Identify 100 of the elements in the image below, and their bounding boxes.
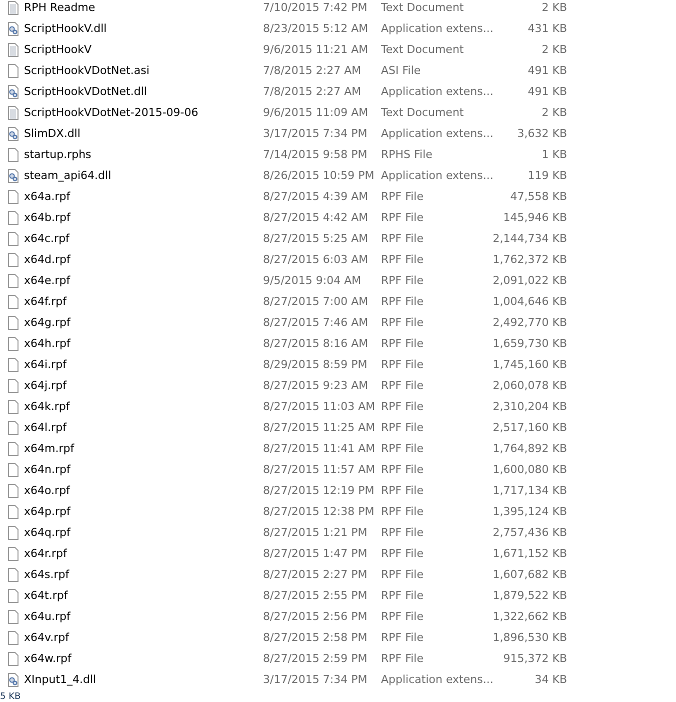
date-modified: 9/5/2015 9:04 AM (263, 274, 362, 287)
file-size: 491 KB (526, 85, 567, 98)
file-name[interactable]: XInput1_4.dll (24, 673, 263, 686)
file-name[interactable]: x64w.rpf (24, 652, 263, 665)
file-name[interactable]: x64g.rpf (24, 316, 263, 329)
blank-file-icon (5, 272, 21, 288)
file-name[interactable]: x64b.rpf (24, 211, 263, 224)
file-name[interactable]: x64t.rpf (24, 589, 263, 602)
date-modified: 7/10/2015 7:42 PM (263, 1, 368, 14)
file-name[interactable]: x64r.rpf (24, 547, 263, 560)
file-type: ASI File (381, 64, 422, 77)
file-name[interactable]: x64u.rpf (24, 610, 263, 623)
file-size: 1,717,134 KB (492, 484, 567, 497)
blank-file-icon (5, 146, 21, 162)
file-type: RPF File (381, 400, 425, 413)
date-modified: 8/23/2015 5:12 AM (263, 22, 370, 35)
date-modified: 8/27/2015 9:23 AM (263, 379, 370, 392)
date-modified: 3/17/2015 7:34 PM (263, 127, 368, 140)
file-size: 1,745,160 KB (492, 358, 567, 371)
file-name[interactable]: x64k.rpf (24, 400, 263, 413)
blank-file-icon (5, 378, 21, 394)
file-size: 491 KB (526, 64, 567, 77)
blank-file-icon (5, 440, 21, 456)
file-name[interactable]: ScriptHookV (24, 43, 263, 56)
file-type: RPF File (381, 358, 425, 371)
file-name[interactable]: x64c.rpf (24, 232, 263, 245)
file-type: Text Document (381, 43, 465, 56)
file-name[interactable]: x64v.rpf (24, 631, 263, 644)
file-name[interactable]: ScriptHookVDotNet.dll (24, 85, 263, 98)
file-size: 34 KB (534, 673, 567, 686)
date-modified: 8/27/2015 2:58 PM (263, 631, 368, 644)
file-type: Application extens... (381, 169, 491, 182)
file-type: RPF File (381, 568, 425, 581)
file-name[interactable]: RPH Readme (24, 1, 263, 14)
file-name[interactable]: x64h.rpf (24, 337, 263, 350)
text-document-icon (5, 104, 21, 120)
file-name[interactable]: x64n.rpf (24, 463, 263, 476)
status-size: 5 KB (0, 692, 21, 702)
file-size: 2 KB (540, 1, 567, 14)
blank-file-icon (5, 188, 21, 204)
file-name[interactable]: ScriptHookVDotNet-2015-09-06 (24, 106, 263, 119)
file-name[interactable]: x64a.rpf (24, 190, 263, 203)
file-name[interactable]: startup.rphs (24, 148, 263, 161)
file-name[interactable]: SlimDX.dll (24, 127, 263, 140)
file-size: 145,946 KB (502, 211, 567, 224)
date-modified: 8/27/2015 11:03 AM (263, 400, 376, 413)
file-type: Application extens... (381, 673, 491, 686)
file-name[interactable]: x64m.rpf (24, 442, 263, 455)
file-size: 431 KB (526, 22, 567, 35)
date-modified: 8/27/2015 4:39 AM (263, 190, 370, 203)
file-type: RPF File (381, 526, 425, 539)
file-name[interactable]: x64d.rpf (24, 253, 263, 266)
blank-file-icon (5, 336, 21, 352)
file-name[interactable]: ScriptHookVDotNet.asi (24, 64, 263, 77)
blank-file-icon (5, 420, 21, 436)
blank-file-icon (5, 630, 21, 646)
blank-file-icon (5, 608, 21, 624)
blank-file-icon (5, 294, 21, 310)
date-modified: 8/29/2015 8:59 PM (263, 358, 368, 371)
file-size: 47,558 KB (509, 190, 567, 203)
date-modified: 8/27/2015 8:16 AM (263, 337, 370, 350)
file-size: 1,896,530 KB (492, 631, 567, 644)
file-name[interactable]: x64s.rpf (24, 568, 263, 581)
file-size: 2 KB (540, 43, 567, 56)
file-size: 915,372 KB (502, 652, 567, 665)
file-size: 1,607,682 KB (492, 568, 567, 581)
file-type: Application extens... (381, 127, 491, 140)
file-size: 1,600,080 KB (492, 463, 567, 476)
date-modified: 8/26/2015 10:59 PM (263, 169, 376, 182)
file-name[interactable]: x64p.rpf (24, 505, 263, 518)
blank-file-icon (5, 588, 21, 604)
file-type: RPF File (381, 274, 425, 287)
file-size: 1 KB (540, 148, 567, 161)
file-type: RPF File (381, 190, 425, 203)
file-type: Text Document (381, 106, 465, 119)
file-name[interactable]: x64l.rpf (24, 421, 263, 434)
date-modified: 8/27/2015 2:27 PM (263, 568, 368, 581)
date-modified: 8/27/2015 2:56 PM (263, 610, 368, 623)
file-name[interactable]: x64i.rpf (24, 358, 263, 371)
file-name[interactable]: ScriptHookV.dll (24, 22, 263, 35)
date-modified: 8/27/2015 6:03 AM (263, 253, 370, 266)
file-size: 1,762,372 KB (492, 253, 567, 266)
blank-file-icon (5, 314, 21, 330)
file-name[interactable]: x64o.rpf (24, 484, 263, 497)
file-name[interactable]: x64j.rpf (24, 379, 263, 392)
file-name[interactable]: x64e.rpf (24, 274, 263, 287)
file-size: 3,632 KB (516, 127, 567, 140)
blank-file-icon (5, 210, 21, 226)
file-name[interactable]: steam_api64.dll (24, 169, 263, 182)
file-type: RPF File (381, 421, 425, 434)
date-modified: 8/27/2015 7:46 AM (263, 316, 370, 329)
date-modified: 8/27/2015 1:47 PM (263, 547, 368, 560)
date-modified: 9/6/2015 11:21 AM (263, 43, 370, 56)
file-size: 119 KB (526, 169, 567, 182)
file-name[interactable]: x64f.rpf (24, 295, 263, 308)
date-modified: 8/27/2015 11:57 AM (263, 463, 376, 476)
file-type: RPF File (381, 211, 425, 224)
file-type: RPF File (381, 232, 425, 245)
file-type: RPF File (381, 379, 425, 392)
file-name[interactable]: x64q.rpf (24, 526, 263, 539)
